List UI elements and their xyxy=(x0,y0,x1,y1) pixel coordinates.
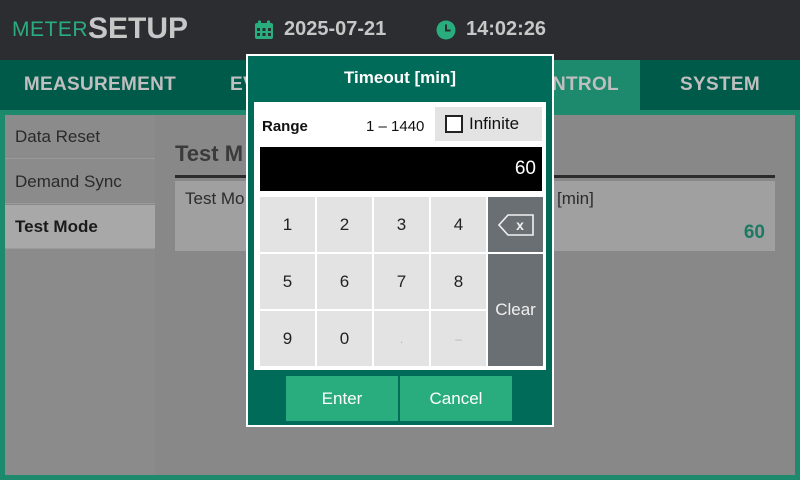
key-1[interactable]: 1 xyxy=(260,197,315,252)
header-bar: METER SETUP 2025-07-21 14:02:26 xyxy=(0,0,800,60)
cancel-button[interactable]: Cancel xyxy=(400,376,512,421)
key-7[interactable]: 7 xyxy=(374,254,429,309)
brand-meter: METER xyxy=(12,18,88,41)
sidebar: Data Reset Demand Sync Test Mode xyxy=(5,115,155,475)
display-value: 60 xyxy=(514,158,536,179)
range-label: Range xyxy=(262,118,308,135)
date-text: 2025-07-21 xyxy=(284,18,387,40)
setting-value: 60 xyxy=(743,222,765,243)
sidebar-item-data-reset[interactable]: Data Reset xyxy=(5,115,155,159)
key-4[interactable]: 4 xyxy=(431,197,486,252)
setting-unit-label: [min] xyxy=(557,189,594,208)
infinite-checkbox[interactable]: Infinite xyxy=(435,107,542,141)
key-decimal[interactable]: . xyxy=(374,311,429,366)
clock-icon xyxy=(436,20,456,39)
checkbox-box[interactable] xyxy=(445,115,463,133)
tab-measurement[interactable]: MEASUREMENT xyxy=(0,60,200,110)
key-0[interactable]: 0 xyxy=(317,311,372,366)
value-display: 60 xyxy=(260,147,542,191)
infinite-label: Infinite xyxy=(469,114,520,133)
time-text: 14:02:26 xyxy=(466,18,547,40)
enter-button[interactable]: Enter xyxy=(286,376,398,421)
keypad-area: Range 1 – 1440 Infinite 60 1 2 3 4 x 5 6… xyxy=(254,102,546,370)
clear-button[interactable]: Clear xyxy=(488,254,543,366)
dialog-title: Timeout [min] xyxy=(343,68,457,87)
key-2[interactable]: 2 xyxy=(317,197,372,252)
sidebar-item-test-mode[interactable]: Test Mode xyxy=(5,205,155,249)
key-5[interactable]: 5 xyxy=(260,254,315,309)
setting-label: Test Mo xyxy=(185,189,245,208)
page-title: Test M xyxy=(175,141,244,166)
backspace-icon: x xyxy=(497,213,534,236)
date-display: 2025-07-21 xyxy=(254,18,386,41)
backspace-key[interactable]: x xyxy=(488,197,543,252)
key-6[interactable]: 6 xyxy=(317,254,372,309)
range-value: 1 – 1440 xyxy=(366,118,425,135)
backspace-glyph: x xyxy=(516,217,524,233)
sidebar-item-demand-sync[interactable]: Demand Sync xyxy=(5,160,155,204)
tab-system[interactable]: SYSTEM xyxy=(640,60,800,110)
key-8[interactable]: 8 xyxy=(431,254,486,309)
key-minus[interactable]: – xyxy=(431,311,486,366)
brand-setup: SETUP xyxy=(88,12,189,45)
key-9[interactable]: 9 xyxy=(260,311,315,366)
calendar-icon xyxy=(255,20,273,39)
timeout-dialog: Timeout [min] Range 1 – 1440 Infinite 60… xyxy=(246,54,554,427)
key-3[interactable]: 3 xyxy=(374,197,429,252)
time-display: 14:02:26 xyxy=(436,18,546,41)
